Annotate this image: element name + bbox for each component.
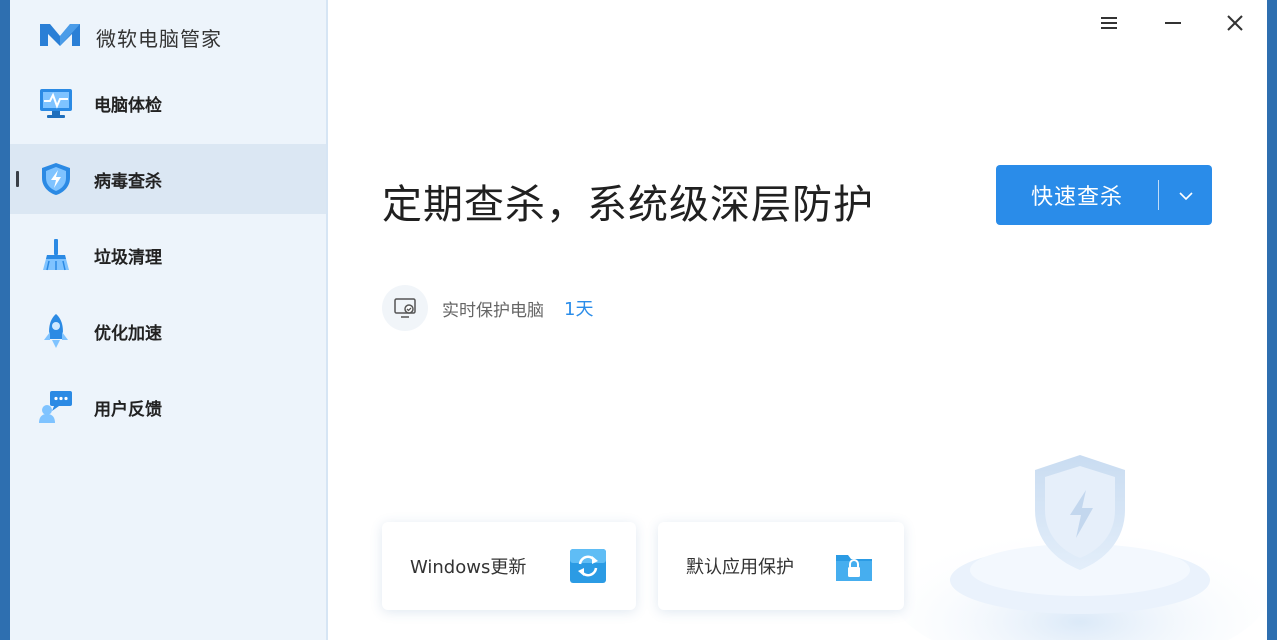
sidebar-item-label: 优化加速 [94, 323, 162, 344]
app-window: 微软电脑管家 电脑体检 病毒查杀 垃圾清理 优化加速 用户反馈 定期查杀，系统级… [10, 0, 1267, 640]
sidebar-item-feedback[interactable]: 用户反馈 [10, 372, 326, 442]
protection-label: 实时保护电脑 [442, 300, 544, 321]
sidebar-item-optimize[interactable]: 优化加速 [10, 296, 326, 366]
sidebar-item-label: 电脑体检 [94, 95, 162, 116]
menu-button[interactable] [1094, 10, 1124, 40]
sidebar-item-label: 用户反馈 [94, 399, 162, 420]
feedback-chat-icon [36, 387, 76, 427]
card-label: Windows更新 [410, 557, 527, 578]
page-headline: 定期查杀，系统级深层防护 [382, 182, 874, 228]
close-icon [1226, 14, 1244, 36]
broom-icon [36, 235, 76, 275]
sidebar-item-virus-scan[interactable]: 病毒查杀 [10, 144, 326, 214]
shield-illustration [880, 420, 1267, 640]
protected-pc-icon [382, 285, 428, 331]
shield-lightning-icon [36, 159, 76, 199]
close-button[interactable] [1220, 10, 1250, 40]
lock-folder-icon [834, 546, 874, 586]
quick-scan-button[interactable]: 快速查杀 [996, 165, 1212, 225]
sidebar-item-junk-clean[interactable]: 垃圾清理 [10, 220, 326, 290]
sidebar-item-label: 病毒查杀 [94, 171, 162, 192]
scan-options-dropdown[interactable] [1159, 165, 1212, 225]
sidebar-nav: 电脑体检 病毒查杀 垃圾清理 优化加速 用户反馈 [10, 68, 326, 448]
realtime-protection-status: 实时保护电脑 1天 [382, 285, 593, 331]
quick-scan-label: 快速查杀 [1030, 185, 1123, 210]
menu-icon [1100, 15, 1118, 35]
app-brand: 微软电脑管家 [38, 22, 222, 52]
app-logo-icon [38, 22, 82, 52]
rocket-icon [36, 311, 76, 351]
sidebar-item-checkup[interactable]: 电脑体检 [10, 68, 326, 138]
monitor-checkup-icon [36, 83, 76, 123]
sidebar: 微软电脑管家 电脑体检 病毒查杀 垃圾清理 优化加速 用户反馈 [10, 0, 328, 640]
card-label: 默认应用保护 [686, 557, 794, 578]
app-name: 微软电脑管家 [96, 26, 222, 51]
chevron-down-icon [1178, 186, 1194, 205]
protection-days: 1天 [564, 299, 594, 320]
minimize-button[interactable] [1158, 10, 1188, 40]
windows-update-card[interactable]: Windows更新 [382, 522, 636, 610]
sidebar-item-label: 垃圾清理 [94, 247, 162, 268]
windows-update-icon [568, 546, 608, 586]
default-app-protection-card[interactable]: 默认应用保护 [658, 522, 904, 610]
minimize-icon [1164, 15, 1182, 35]
